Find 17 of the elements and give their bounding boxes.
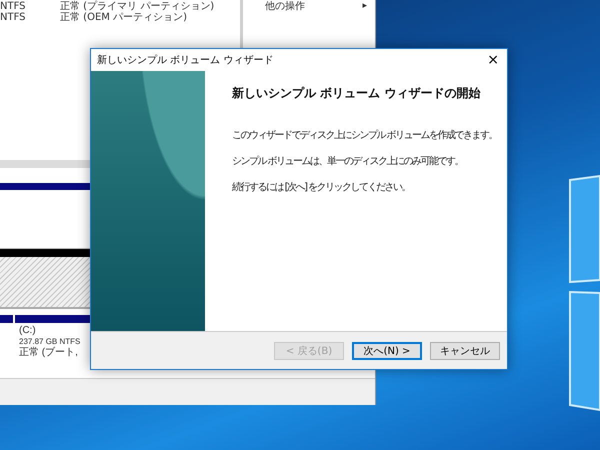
volume-status-text: 正常 (プライマリ パーティション) bbox=[60, 1, 214, 12]
file-system-text: NTFS bbox=[0, 12, 27, 23]
partition-name: (C:) bbox=[19, 325, 37, 336]
volume-status-text: 正常 (OEM パーティション) bbox=[60, 12, 187, 23]
close-button[interactable]: × bbox=[485, 52, 501, 68]
file-system-text: NTFS bbox=[0, 1, 27, 12]
description-text: このウィザードでディスク上にシンプル ボリュームを作成できます。 bbox=[232, 128, 498, 142]
wizard-button[interactable]: 次へ(N) > bbox=[352, 342, 422, 360]
wizard-heading: 新しいシンプル ボリューム ウィザードの開始 bbox=[232, 85, 482, 102]
partition-size: 237.87 GB NTFS bbox=[19, 336, 82, 346]
description-text: 続行するには [次へ] をクリックしてください。 bbox=[232, 180, 412, 194]
partition-status: 正常 (ブート, bbox=[19, 347, 79, 358]
window-title: 新しいシンプル ボリューム ウィザード bbox=[97, 54, 274, 67]
submenu-arrow: ▸ bbox=[362, 1, 367, 12]
wizard-button[interactable]: キャンセル bbox=[430, 342, 500, 360]
more-actions-link[interactable]: 他の操作 bbox=[265, 1, 305, 12]
description-text: シンプル ボリュームは、単一のディスク上にのみ可能です。 bbox=[232, 154, 464, 168]
